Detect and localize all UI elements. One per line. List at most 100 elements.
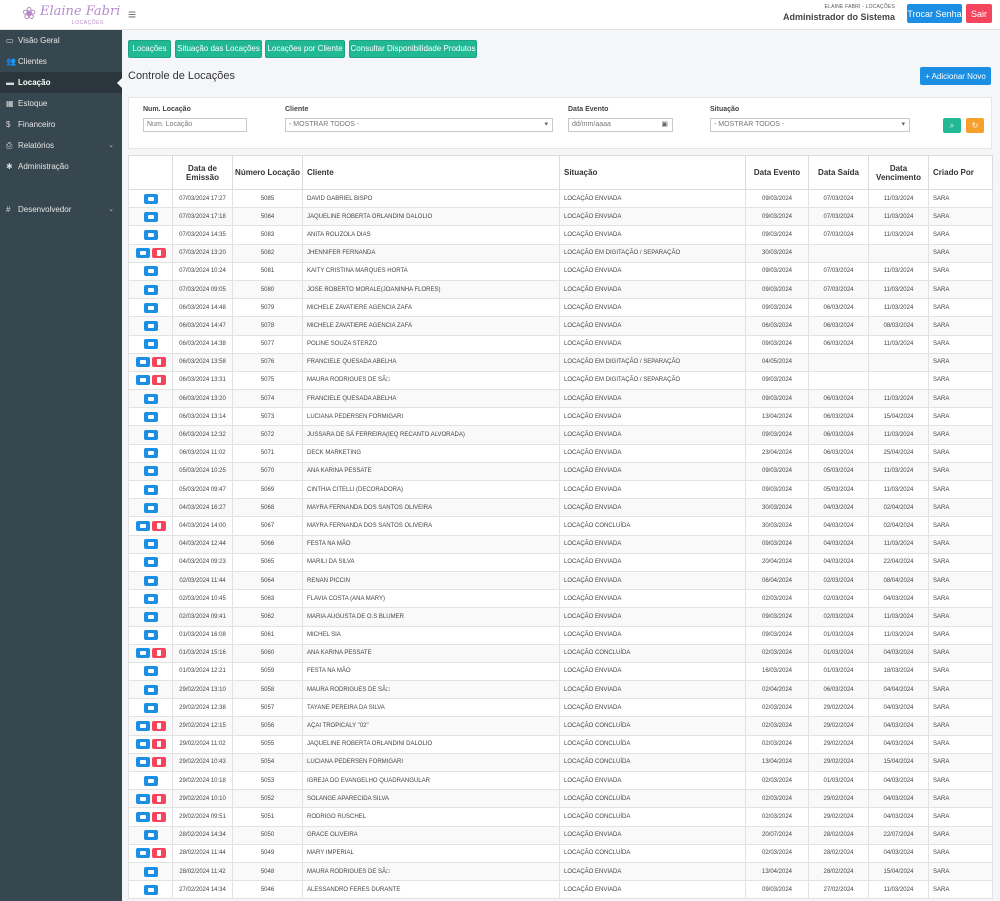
table-row[interactable]: 04/03/2024 16:27 5068 MAYRA FERNANDA DOS S… bbox=[128, 498, 993, 518]
table-row[interactable]: 07/03/2024 14:35 5083 ANITA ROLIZOLA DIAS L… bbox=[128, 225, 993, 245]
table-row[interactable]: 04/03/2024 14:00 5067 MAYRA FERNANDA DOS S… bbox=[128, 516, 993, 536]
open-folder-icon[interactable] bbox=[135, 757, 150, 768]
open-folder-icon[interactable] bbox=[143, 630, 158, 641]
table-row[interactable]: 28/02/2024 14:34 5050 GRACE OLIVEIRA LOCAÇÃ… bbox=[128, 825, 993, 845]
table-row[interactable]: 28/02/2024 11:42 5048 MAURA RODRIGUES DE S… bbox=[128, 861, 993, 882]
open-folder-icon[interactable] bbox=[143, 575, 158, 586]
delete-icon[interactable] bbox=[151, 757, 166, 768]
table-row[interactable]: 06/03/2024 14:48 5079 MICHELE ZAVATIERE AG… bbox=[128, 298, 993, 318]
delete-icon[interactable] bbox=[151, 739, 166, 750]
open-folder-icon[interactable] bbox=[143, 611, 158, 622]
table-row[interactable]: 04/03/2024 09:23 5065 MARILI DA SILVA LOCAÇ… bbox=[128, 552, 993, 572]
data-evento-input[interactable]: dd/mm/aaaa ▣ bbox=[568, 118, 673, 132]
sidebar-item-locacao[interactable]: ▬ Locação bbox=[0, 72, 122, 93]
delete-icon[interactable] bbox=[151, 520, 166, 531]
table-row[interactable]: 05/03/2024 09:47 5069 CINTHIA CITELLI (DEC… bbox=[128, 479, 993, 500]
table-row[interactable]: 05/03/2024 10:25 5070 ANA KARINA PESSATE LO… bbox=[128, 461, 993, 482]
open-folder-icon[interactable] bbox=[143, 593, 158, 604]
table-row[interactable]: 06/03/2024 11:02 5071 DECK MARKETING LOCAÇÃ… bbox=[128, 443, 993, 463]
open-folder-icon[interactable] bbox=[135, 739, 150, 750]
open-folder-icon[interactable] bbox=[135, 848, 150, 859]
open-folder-icon[interactable] bbox=[135, 248, 150, 259]
sidebar-item-estoque[interactable]: ▦ Estoque bbox=[0, 93, 122, 114]
cliente-select[interactable]: - MOSTRAR TODOS - ▾ bbox=[285, 118, 553, 132]
open-folder-icon[interactable] bbox=[143, 884, 158, 895]
open-folder-icon[interactable] bbox=[143, 830, 158, 841]
table-row[interactable]: 04/03/2024 12:44 5066 FESTA NA MÃO LOCAÇÃO … bbox=[128, 534, 993, 554]
open-folder-icon[interactable] bbox=[143, 193, 158, 204]
col-criado-por[interactable]: Criado Por bbox=[928, 155, 993, 190]
open-folder-icon[interactable] bbox=[143, 466, 158, 477]
table-row[interactable]: 07/03/2024 17:18 5084 JAQUELINE ROBERTA OR… bbox=[128, 207, 993, 227]
open-folder-icon[interactable] bbox=[143, 557, 158, 568]
sidebar-item-desenvolvedor[interactable]: # Desenvolvedor ⌄ bbox=[0, 199, 122, 220]
delete-icon[interactable] bbox=[151, 848, 166, 859]
open-folder-icon[interactable] bbox=[143, 539, 158, 550]
table-row[interactable]: 29/02/2024 11:02 5055 JAQUELINE ROBERTA OR… bbox=[128, 734, 993, 754]
add-new-button[interactable]: + Adicionar Novo bbox=[920, 67, 991, 85]
table-row[interactable]: 06/03/2024 13:14 5073 LUCIANA PEDERSEN FOR… bbox=[128, 407, 993, 427]
col-data-vencimento[interactable]: Data Vencimento bbox=[868, 155, 929, 190]
open-folder-icon[interactable] bbox=[143, 302, 158, 313]
col-data-emissao[interactable]: Data de Emissão bbox=[172, 155, 233, 190]
delete-icon[interactable] bbox=[151, 375, 166, 386]
open-folder-icon[interactable] bbox=[143, 320, 158, 331]
tab-situacao-das-locacoes[interactable]: Situação das Locações bbox=[175, 40, 262, 58]
table-row[interactable]: 01/03/2024 16:08 5061 MICHEL SIA LOCAÇÃO EN… bbox=[128, 625, 993, 645]
logo[interactable]: ❀ Elaine Fabri LOCAÇÕES bbox=[22, 2, 120, 28]
table-row[interactable]: 29/02/2024 10:10 5052 SOLANGE APARECIDA SI… bbox=[128, 789, 993, 809]
table-row[interactable]: 07/03/2024 09:05 5080 JOSE ROBERTO MORALE(… bbox=[128, 279, 993, 300]
col-situacao[interactable]: Situação bbox=[559, 155, 746, 190]
table-row[interactable]: 06/03/2024 12:32 5072 JUSSARA DE SÁ FERREI… bbox=[128, 425, 993, 445]
tab-locacoes[interactable]: Locações bbox=[128, 40, 171, 58]
table-row[interactable]: 02/03/2024 11:44 5064 RENAN PICCIN LOCAÇÃO … bbox=[128, 570, 993, 591]
table-row[interactable]: 07/03/2024 13:20 5082 JHENNIFER FERNANDA LO… bbox=[128, 243, 993, 263]
calendar-icon[interactable]: ▣ bbox=[661, 119, 668, 131]
table-row[interactable]: 29/02/2024 13:10 5058 MAURA RODRIGUES DE S… bbox=[128, 680, 993, 700]
open-folder-icon[interactable] bbox=[143, 229, 158, 240]
table-row[interactable]: 29/02/2024 10:18 5053 IGREJA DO EVANGELHO … bbox=[128, 770, 993, 791]
table-row[interactable]: 02/03/2024 10:45 5063 FLAVIA COSTA (ANA MA… bbox=[128, 589, 993, 609]
open-folder-icon[interactable] bbox=[143, 266, 158, 277]
open-folder-icon[interactable] bbox=[143, 775, 158, 786]
table-row[interactable]: 07/03/2024 17:27 5085 DAVID GABRIEL BISPO L… bbox=[128, 188, 993, 209]
delete-icon[interactable] bbox=[151, 721, 166, 732]
open-folder-icon[interactable] bbox=[143, 430, 158, 441]
num-locacao-input[interactable]: Num. Locação bbox=[143, 118, 247, 132]
reset-button[interactable]: ↻ bbox=[966, 118, 984, 133]
col-data-evento[interactable]: Data Evento bbox=[745, 155, 809, 190]
situacao-select[interactable]: - MOSTRAR TODOS - ▾ bbox=[710, 118, 910, 132]
open-folder-icon[interactable] bbox=[143, 666, 158, 677]
table-row[interactable]: 29/02/2024 10:43 5054 LUCIANA PEDERSEN FOR… bbox=[128, 752, 993, 773]
delete-icon[interactable] bbox=[151, 357, 166, 368]
table-row[interactable]: 06/03/2024 14:38 5077 POLINE SOUZA STERZO L… bbox=[128, 334, 993, 354]
table-row[interactable]: 29/02/2024 09:51 5051 RODRIGO RUSCHEL LOCAÇ… bbox=[128, 807, 993, 827]
open-folder-icon[interactable] bbox=[135, 811, 150, 822]
change-password-button[interactable]: Trocar Senha bbox=[907, 4, 962, 23]
open-folder-icon[interactable] bbox=[143, 484, 158, 495]
open-folder-icon[interactable] bbox=[143, 411, 158, 422]
open-folder-icon[interactable] bbox=[135, 793, 150, 804]
logout-button[interactable]: Sair bbox=[966, 4, 992, 23]
table-row[interactable]: 29/02/2024 12:15 5056 AÇAI TROPICALY "02" L… bbox=[128, 716, 993, 736]
table-row[interactable]: 06/03/2024 14:47 5078 MICHELE ZAVATIERE AG… bbox=[128, 316, 993, 336]
sidebar-item-clientes[interactable]: 👥 Clientes bbox=[0, 51, 122, 72]
open-folder-icon[interactable] bbox=[135, 648, 150, 659]
col-numero-locacao[interactable]: Número Locação bbox=[232, 155, 303, 190]
table-row[interactable]: 28/02/2024 11:44 5049 MARY IMPERIAL LOCAÇÃO… bbox=[128, 843, 993, 863]
delete-icon[interactable] bbox=[151, 793, 166, 804]
table-row[interactable]: 06/03/2024 13:20 5074 FRANCIELE QUESADA AB… bbox=[128, 389, 993, 409]
open-folder-icon[interactable] bbox=[135, 520, 150, 531]
tab-consultar-disponibilidade[interactable]: Consultar Disponibilidade Produtos bbox=[349, 40, 477, 58]
open-folder-icon[interactable] bbox=[143, 284, 158, 295]
search-button[interactable]: ⌕ bbox=[943, 118, 961, 133]
table-row[interactable]: 29/02/2024 12:38 5057 TAYANE PEREIRA DA SI… bbox=[128, 698, 993, 718]
open-folder-icon[interactable] bbox=[143, 502, 158, 513]
sidebar-item-visao-geral[interactable]: ▭ Visão Geral bbox=[0, 30, 122, 51]
sidebar-item-relatorios[interactable]: ⎙ Relatórios ⌄ bbox=[0, 135, 122, 156]
col-cliente[interactable]: Cliente bbox=[302, 155, 560, 190]
tab-locacoes-por-cliente[interactable]: Locações por Cliente bbox=[265, 40, 345, 58]
delete-icon[interactable] bbox=[151, 248, 166, 259]
open-folder-icon[interactable] bbox=[143, 684, 158, 695]
delete-icon[interactable] bbox=[151, 648, 166, 659]
